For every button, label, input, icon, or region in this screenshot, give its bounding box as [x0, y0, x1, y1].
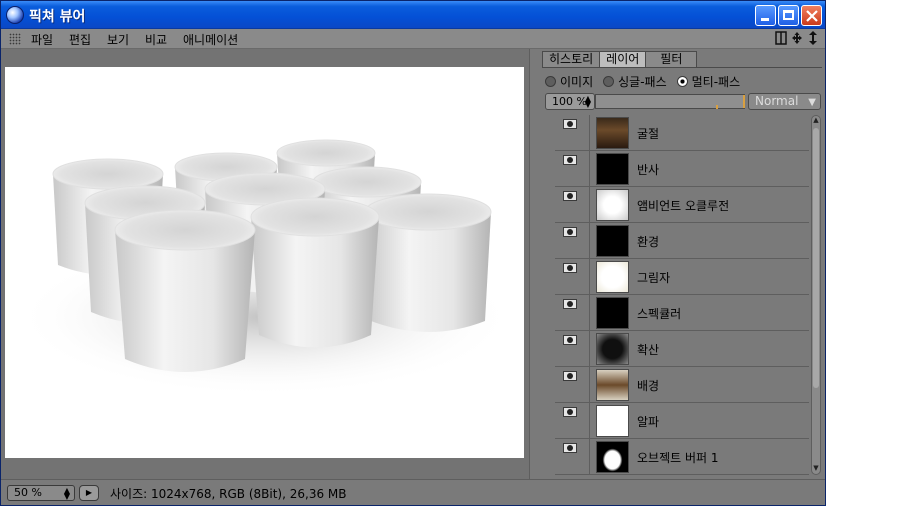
menu-edit[interactable]: 편집	[69, 31, 91, 48]
layer-row[interactable]: 배경	[555, 367, 809, 403]
opacity-slider[interactable]	[595, 94, 745, 109]
layer-name: 확산	[637, 343, 660, 357]
play-icon: ▶	[85, 488, 93, 497]
radio-single-pass-label: 싱글-패스	[618, 75, 667, 89]
rendered-image	[5, 67, 524, 458]
scroll-thumb[interactable]	[813, 128, 819, 388]
layer-name: 환경	[637, 235, 660, 249]
maximize-button[interactable]	[778, 5, 799, 26]
image-viewport[interactable]	[1, 49, 529, 479]
layer-thumbnail	[596, 369, 629, 401]
chevron-down-icon: ▼	[808, 97, 816, 108]
pass-mode-radios: 이미지 싱글-패스 멀티-패스	[545, 73, 746, 90]
eye-icon[interactable]	[563, 443, 577, 453]
tab-filter[interactable]: 필터	[645, 51, 698, 68]
window-title: 픽쳐 뷰어	[29, 9, 86, 25]
radio-single-pass[interactable]	[603, 76, 615, 87]
layer-thumbnail	[596, 189, 629, 221]
layer-thumbnail	[596, 405, 629, 437]
tab-history[interactable]: 히스토리	[542, 51, 601, 68]
layer-thumbnail	[596, 225, 629, 257]
opacity-row: 100 % ▲ ▼ Normal ▼	[545, 93, 821, 110]
menu-compare[interactable]: 비교	[145, 31, 167, 48]
scroll-down-icon[interactable]: ▼	[812, 464, 820, 474]
menu-view[interactable]: 보기	[107, 31, 129, 48]
layer-row[interactable]: 굴절	[555, 115, 809, 151]
spinner-arrows-icon[interactable]: ▲ ▼	[64, 487, 70, 501]
zoom-field[interactable]: 50 % ▲ ▼	[7, 485, 75, 501]
close-button[interactable]	[801, 5, 822, 26]
layers-panel: 히스토리 레이어 필터 이미지 싱글-패스 멀티-패스 100 % ▲ ▼ Nor…	[529, 49, 825, 479]
minimize-icon	[761, 18, 769, 21]
layer-name: 스펙큘러	[637, 307, 682, 321]
picture-viewer-icon	[6, 6, 24, 24]
layer-thumbnail	[596, 297, 629, 329]
menu-animation[interactable]: 애니메이션	[183, 31, 238, 48]
minimize-button[interactable]	[755, 5, 776, 26]
layer-name: 앰비언트 오클루전	[637, 199, 730, 213]
move-icon[interactable]	[791, 31, 803, 45]
opacity-field[interactable]: 100 % ▲ ▼	[545, 93, 595, 110]
panel-layout-icon[interactable]	[775, 31, 787, 45]
layer-row[interactable]: 스펙큘러	[555, 295, 809, 331]
radio-multi-pass-label: 멀티-패스	[691, 75, 741, 89]
tab-divider	[542, 67, 822, 68]
eye-icon[interactable]	[563, 335, 577, 345]
eye-icon[interactable]	[563, 227, 577, 237]
layer-row[interactable]: 확산	[555, 331, 809, 367]
layer-row[interactable]: 오브젝트 버퍼 1	[555, 439, 809, 475]
cups-render	[5, 67, 524, 458]
layer-name: 그림자	[637, 271, 671, 285]
layer-row[interactable]: 알파	[555, 403, 809, 439]
menu-bar: 파일 편집 보기 비교 애니메이션	[1, 29, 825, 49]
maximize-icon	[783, 10, 794, 20]
status-bar: 50 % ▲ ▼ ▶ 사이즈: 1024x768, RGB (8Bit), 26,…	[1, 479, 825, 505]
layer-name: 배경	[637, 379, 660, 393]
eye-icon[interactable]	[563, 407, 577, 417]
play-button[interactable]: ▶	[79, 485, 99, 501]
slider-tick	[716, 105, 718, 109]
eye-icon[interactable]	[563, 371, 577, 381]
radio-image-label: 이미지	[560, 75, 594, 89]
zoom-value: 50 %	[14, 486, 42, 499]
layer-thumbnail	[596, 117, 629, 149]
layer-thumbnail	[596, 333, 629, 365]
image-info: 사이즈: 1024x768, RGB (8Bit), 26,36 MB	[110, 487, 347, 501]
radio-image[interactable]	[545, 76, 556, 87]
layer-thumbnail	[596, 153, 629, 185]
layer-list: 굴절 반사 앰비언트 오클루전 환경 그림자 스펙큘러 확산 배경 알파 오브젝…	[555, 115, 809, 475]
eye-icon[interactable]	[563, 299, 577, 309]
layer-thumbnail	[596, 261, 629, 293]
tab-layers[interactable]: 레이어	[599, 51, 647, 68]
eye-icon[interactable]	[563, 191, 577, 201]
blend-mode-select[interactable]: Normal ▼	[748, 93, 821, 110]
layer-name: 반사	[637, 163, 660, 177]
slider-end-marker	[743, 95, 745, 108]
grip-icon[interactable]	[9, 33, 21, 45]
opacity-value: 100 %	[552, 95, 587, 108]
menu-file[interactable]: 파일	[31, 31, 53, 48]
layer-row[interactable]: 환경	[555, 223, 809, 259]
view-tools	[775, 31, 819, 45]
layer-name: 알파	[637, 415, 660, 429]
eye-icon[interactable]	[563, 155, 577, 165]
eye-icon[interactable]	[563, 119, 577, 129]
picture-viewer-window: 픽쳐 뷰어 파일 편집 보기 비교 애니메이션 히스토리 레이어 필터 이미지 …	[0, 0, 826, 506]
title-bar[interactable]: 픽쳐 뷰어	[1, 1, 825, 29]
resize-arrows-icon[interactable]	[807, 31, 819, 45]
close-icon	[806, 10, 818, 22]
layer-row[interactable]: 반사	[555, 151, 809, 187]
layer-name: 굴절	[637, 127, 660, 141]
blend-mode-value: Normal	[755, 94, 799, 108]
radio-multi-pass[interactable]	[676, 76, 688, 87]
eye-icon[interactable]	[563, 263, 577, 273]
layer-scrollbar[interactable]: ▲ ▼	[811, 115, 821, 475]
layer-row[interactable]: 앰비언트 오클루전	[555, 187, 809, 223]
spinner-arrows-icon[interactable]: ▲ ▼	[585, 95, 591, 109]
scroll-up-icon[interactable]: ▲	[812, 116, 820, 126]
layer-row[interactable]: 그림자	[555, 259, 809, 295]
layer-name: 오브젝트 버퍼 1	[637, 451, 719, 465]
layer-thumbnail	[596, 441, 629, 473]
panel-tabs: 히스토리 레이어 필터	[542, 51, 698, 68]
